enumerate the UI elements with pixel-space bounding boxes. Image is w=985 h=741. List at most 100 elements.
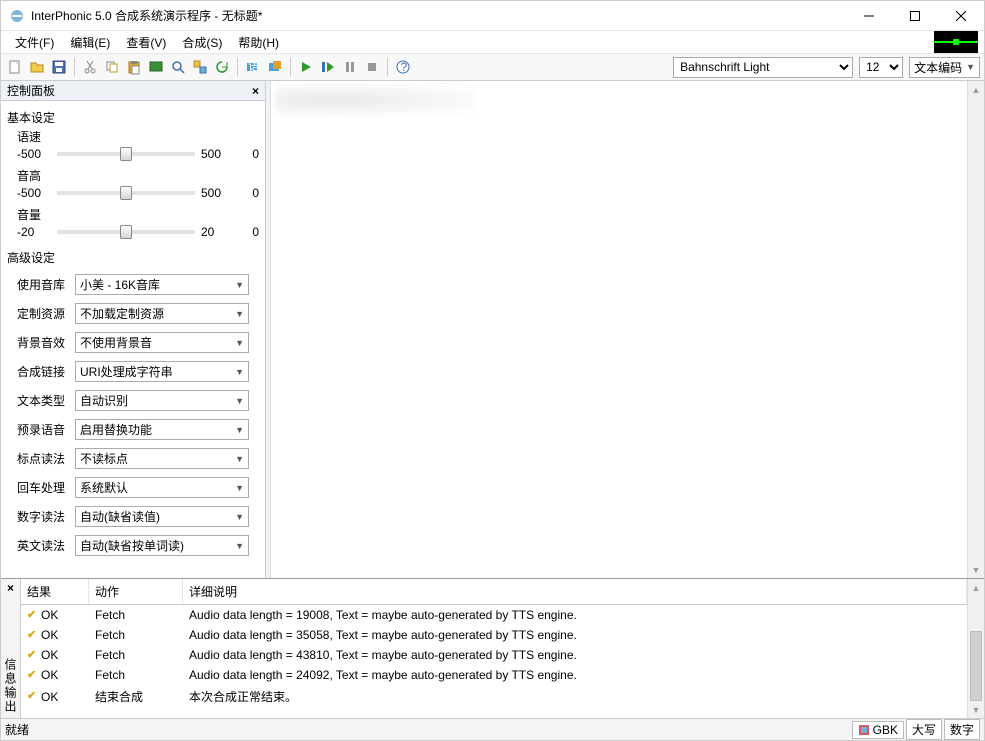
help-icon[interactable]: ? <box>393 57 413 77</box>
hdr-detail[interactable]: 详细说明 <box>183 579 967 604</box>
output-row[interactable]: ✔OK Fetch Audio data length = 35058, Tex… <box>21 625 967 645</box>
save-icon[interactable] <box>49 57 69 77</box>
output-row[interactable]: ✔OK Fetch Audio data length = 24092, Tex… <box>21 665 967 685</box>
scroll-thumb[interactable] <box>970 631 982 701</box>
adv-select[interactable]: 不加载定制资源 ▼ <box>75 303 249 324</box>
speed-max: 500 <box>201 147 231 161</box>
vol-max: 20 <box>201 225 231 239</box>
redacted-text <box>275 85 475 115</box>
speed-thumb[interactable] <box>120 147 132 161</box>
output-row[interactable]: ✔OK Fetch Audio data length = 19008, Tex… <box>21 605 967 625</box>
adv-select[interactable]: URI处理成字符串 ▼ <box>75 361 249 382</box>
scroll-up-icon[interactable]: ▲ <box>968 81 984 98</box>
output-close-icon[interactable]: × <box>7 581 14 595</box>
panel-close-icon[interactable]: × <box>252 84 259 98</box>
adv-value: URI处理成字符串 <box>80 363 173 380</box>
voice2-icon[interactable] <box>265 57 285 77</box>
pitch-max: 500 <box>201 186 231 200</box>
adv-select[interactable]: 不读标点 ▼ <box>75 448 249 469</box>
row-detail: 本次合成正常结束。 <box>183 687 967 706</box>
adv-label: 使用音库 <box>17 276 75 293</box>
pitch-thumb[interactable] <box>120 186 132 200</box>
paste-icon[interactable] <box>124 57 144 77</box>
adv-select[interactable]: 启用替换功能 ▼ <box>75 419 249 440</box>
adv-label: 回车处理 <box>17 479 75 496</box>
chevron-down-icon: ▼ <box>966 62 975 72</box>
maximize-button[interactable] <box>892 1 938 31</box>
output-row[interactable]: ✔OK 结束合成 本次合成正常结束。 <box>21 685 967 708</box>
check-icon: ✔ <box>27 650 38 661</box>
pitch-track[interactable] <box>57 191 195 195</box>
menu-view[interactable]: 查看(V) <box>118 32 174 53</box>
row-result: OK <box>41 690 58 704</box>
menu-file[interactable]: 文件(F) <box>7 32 62 53</box>
new-icon[interactable] <box>5 57 25 77</box>
status-encoding: GBK <box>852 721 904 739</box>
scroll-down-icon[interactable]: ▼ <box>968 561 984 578</box>
voice1-icon[interactable]: 语 <box>243 57 263 77</box>
play-sel-icon[interactable] <box>318 57 338 77</box>
output-row[interactable]: ✔OK Fetch Audio data length = 43810, Tex… <box>21 645 967 665</box>
copy-icon[interactable] <box>102 57 122 77</box>
adv-select[interactable]: 系统默认 ▼ <box>75 477 249 498</box>
open-icon[interactable] <box>27 57 47 77</box>
adv-row-7: 回车处理 系统默认 ▼ <box>7 477 259 498</box>
hdr-action[interactable]: 动作 <box>89 579 183 604</box>
fontsize-select[interactable]: 12 <box>859 57 903 78</box>
speed-label: 语速 <box>17 128 259 145</box>
toolbar: 语 ? Bahnschrift Light 12 文本编码 ▼ <box>1 53 984 81</box>
cut-icon[interactable] <box>80 57 100 77</box>
row-detail: Audio data length = 35058, Text = maybe … <box>183 627 967 643</box>
output-scrollbar[interactable]: ▲ ▼ <box>967 579 984 718</box>
editor-scrollbar[interactable]: ▲ ▼ <box>967 81 984 578</box>
adv-select[interactable]: 自动(缺省按单词读) ▼ <box>75 535 249 556</box>
app-icon <box>9 8 25 24</box>
adv-select[interactable]: 小美 - 16K音库 ▼ <box>75 274 249 295</box>
pitch-min: -500 <box>17 186 51 200</box>
stop-icon[interactable] <box>362 57 382 77</box>
output-sidebar: × 信息输出 <box>1 579 21 718</box>
row-detail: Audio data length = 24092, Text = maybe … <box>183 667 967 683</box>
panel-title: 控制面板 <box>7 82 55 99</box>
hdr-result[interactable]: 结果 <box>21 579 89 604</box>
pause-icon[interactable] <box>340 57 360 77</box>
speed-track[interactable] <box>57 152 195 156</box>
adv-row-3: 合成链接 URI处理成字符串 ▼ <box>7 361 259 382</box>
scroll-up-icon[interactable]: ▲ <box>968 579 984 596</box>
pitch-slider: 音高 -500 500 0 <box>17 167 259 200</box>
chevron-down-icon: ▼ <box>235 541 244 551</box>
encoding-dropdown[interactable]: 文本编码 ▼ <box>909 57 980 78</box>
adv-row-4: 文本类型 自动识别 ▼ <box>7 390 259 411</box>
chevron-down-icon: ▼ <box>235 280 244 290</box>
chevron-down-icon: ▼ <box>235 425 244 435</box>
text-editor[interactable] <box>271 81 967 578</box>
speed-slider: 语速 -500 500 0 <box>17 128 259 161</box>
menu-help[interactable]: 帮助(H) <box>230 32 287 53</box>
minimize-button[interactable] <box>846 1 892 31</box>
close-button[interactable] <box>938 1 984 31</box>
adv-label: 数字读法 <box>17 508 75 525</box>
font-select[interactable]: Bahnschrift Light <box>673 57 853 78</box>
replace-icon[interactable] <box>190 57 210 77</box>
adv-select[interactable]: 自动识别 ▼ <box>75 390 249 411</box>
adv-select[interactable]: 自动(缺省读值) ▼ <box>75 506 249 527</box>
play-icon[interactable] <box>296 57 316 77</box>
vol-min: -20 <box>17 225 51 239</box>
vol-value: 0 <box>239 225 259 239</box>
adv-row-5: 预录语音 启用替换功能 ▼ <box>7 419 259 440</box>
adv-select[interactable]: 不使用背景音 ▼ <box>75 332 249 353</box>
window-title: InterPhonic 5.0 合成系统演示程序 - 无标题* <box>31 7 846 24</box>
screen-icon[interactable] <box>146 57 166 77</box>
vol-thumb[interactable] <box>120 225 132 239</box>
vol-track[interactable] <box>57 230 195 234</box>
refresh-icon[interactable] <box>212 57 232 77</box>
scroll-down-icon[interactable]: ▼ <box>968 701 984 718</box>
adv-value: 自动(缺省读值) <box>80 508 160 525</box>
menu-edit[interactable]: 编辑(E) <box>62 32 118 53</box>
activity-indicator <box>934 31 978 53</box>
output-header: 结果 动作 详细说明 <box>21 579 967 605</box>
find-icon[interactable] <box>168 57 188 77</box>
check-icon: ✔ <box>27 630 38 641</box>
output-tab-label[interactable]: 信息输出 <box>2 658 19 714</box>
menu-synth[interactable]: 合成(S) <box>174 32 230 53</box>
